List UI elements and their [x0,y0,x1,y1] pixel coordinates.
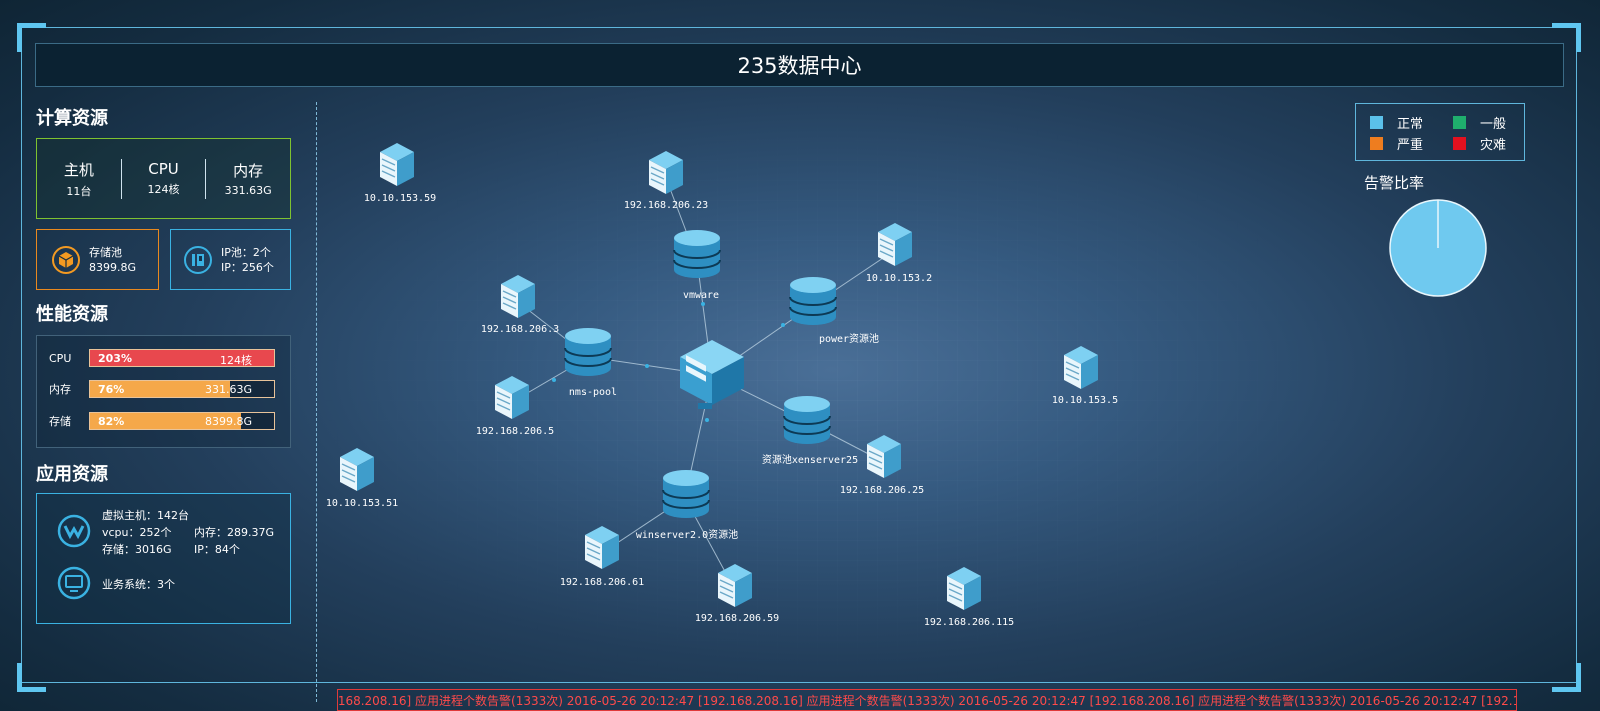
svg-text:10.10.153.5: 10.10.153.5 [1052,395,1118,406]
cpu-label: CPU [148,160,179,178]
ip-pool-card[interactable]: IP池：2个 IP：256个 [170,229,291,290]
usage-bar: 76% 331.63G [89,380,275,398]
node-label: nms-pool [569,387,617,398]
legend-item-severe: 严重 [1370,134,1423,153]
perf-label: 内存 [49,383,71,396]
memory-stat: 内存 331.63G [206,160,290,197]
legend-item-general: 一般 [1453,113,1506,132]
storage-pool-label: 存储池 [89,245,122,259]
frame-corner [17,663,46,692]
cpu-stat: CPU 124核 [122,160,206,197]
title-bar: 235数据中心 [35,43,1564,87]
node-label: winserver2.0资源池 [636,528,738,541]
usage-percent: 76% [98,383,125,396]
legend-item-disaster: 灾难 [1453,134,1506,153]
svg-text:10.10.153.2: 10.10.153.2 [866,273,932,284]
legend-swatch [1453,137,1466,150]
usage-percent: 203% [98,352,132,365]
svg-text:10.10.153.59: 10.10.153.59 [364,193,436,204]
business-system-count: 业务系统：3个 [102,578,175,591]
virtual-machine-icon [57,514,91,548]
host-stat: 主机 11台 [37,159,121,199]
usage-bar: 203% 124核 [89,349,275,367]
svg-text:192.168.206.23: 192.168.206.23 [624,200,708,211]
vm-count: 虚拟主机：142台 [102,509,189,522]
usage-value: 8399.8G [204,415,252,428]
memory-total: 内存：289.37G [194,526,275,539]
usage-value: 124核 [220,354,252,367]
perf-row-memory: 内存 76% 331.63G [49,379,285,399]
svg-text:192.168.206.59: 192.168.206.59 [695,613,779,624]
svg-text:10.10.153.51: 10.10.153.51 [326,498,398,509]
alarm-ratio-pie [1389,199,1487,297]
svg-text:192.168.206.115: 192.168.206.115 [924,617,1014,628]
svg-text:192.168.206.25: 192.168.206.25 [840,485,924,496]
compute-summary-card[interactable]: 主机 11台 CPU 124核 内存 331.63G [36,138,291,219]
storage-total: 存储：3016G [102,543,172,556]
svg-text:192.168.206.3: 192.168.206.3 [481,324,559,335]
legend-swatch [1453,116,1466,129]
ip-pool-count: IP池：2个 [221,245,271,259]
perf-label: CPU [49,351,72,365]
vcpu-count: vcpu：252个 [102,526,172,539]
alarm-ticker-text: .168.208.16] 应用进程个数告警(1333次) 2016-05-26 … [337,694,1517,708]
usage-value: 331.63G [204,383,252,396]
storage-pool-icon [52,245,80,274]
frame-corner [1552,663,1581,692]
perf-row-storage: 存储 82% 8399.8G [49,411,285,431]
performance-card: CPU 203% 124核 内存 76% 331.63G 存储 82% 8399… [36,335,291,448]
storage-pool-card[interactable]: 存储池 8399.8G [36,229,159,290]
host-value: 11台 [66,184,92,198]
cpu-value: 124核 [147,183,180,196]
legend-swatch [1370,116,1383,129]
usage-bar: 82% 8399.8G [89,412,275,430]
memory-value: 331.63G [224,184,272,197]
network-topology: vmware power资源池 nms-pool 资源池xenserver25 … [317,100,1347,690]
perf-row-cpu: CPU 203% 124核 [49,348,285,368]
perf-label: 存储 [49,415,71,428]
legend-item-normal: 正常 [1370,113,1423,132]
node-label: 资源池xenserver25 [762,453,858,466]
alarm-legend: 正常 一般 严重 灾难 [1355,103,1525,161]
compute-section-title: 计算资源 [36,108,108,129]
svg-text:192.168.206.5: 192.168.206.5 [476,426,554,437]
legend-swatch [1370,137,1383,150]
monitor-icon [57,566,91,600]
host-label: 主机 [63,160,94,179]
ip-count: IP：256个 [221,260,274,274]
svg-text:192.168.206.61: 192.168.206.61 [560,577,644,588]
ip-pool-icon [184,245,212,274]
ip-total: IP：84个 [194,543,240,556]
node-label: vmware [683,290,719,301]
alarm-ticker: .168.208.16] 应用进程个数告警(1333次) 2016-05-26 … [337,689,1517,711]
performance-section-title: 性能资源 [36,304,108,325]
usage-percent: 82% [98,415,125,428]
memory-label: 内存 [233,162,264,180]
alarm-ratio-title: 告警比率 [1364,174,1425,192]
application-section-title: 应用资源 [36,464,108,485]
page-title: 235数据中心 [737,54,862,78]
node-label: power资源池 [819,332,879,345]
storage-pool-value: 8399.8G [89,260,137,274]
application-card[interactable]: 虚拟主机：142台 vcpu：252个 内存：289.37G 存储：3016G … [36,493,291,624]
pool-node-nms[interactable]: nms-pool [564,327,617,398]
